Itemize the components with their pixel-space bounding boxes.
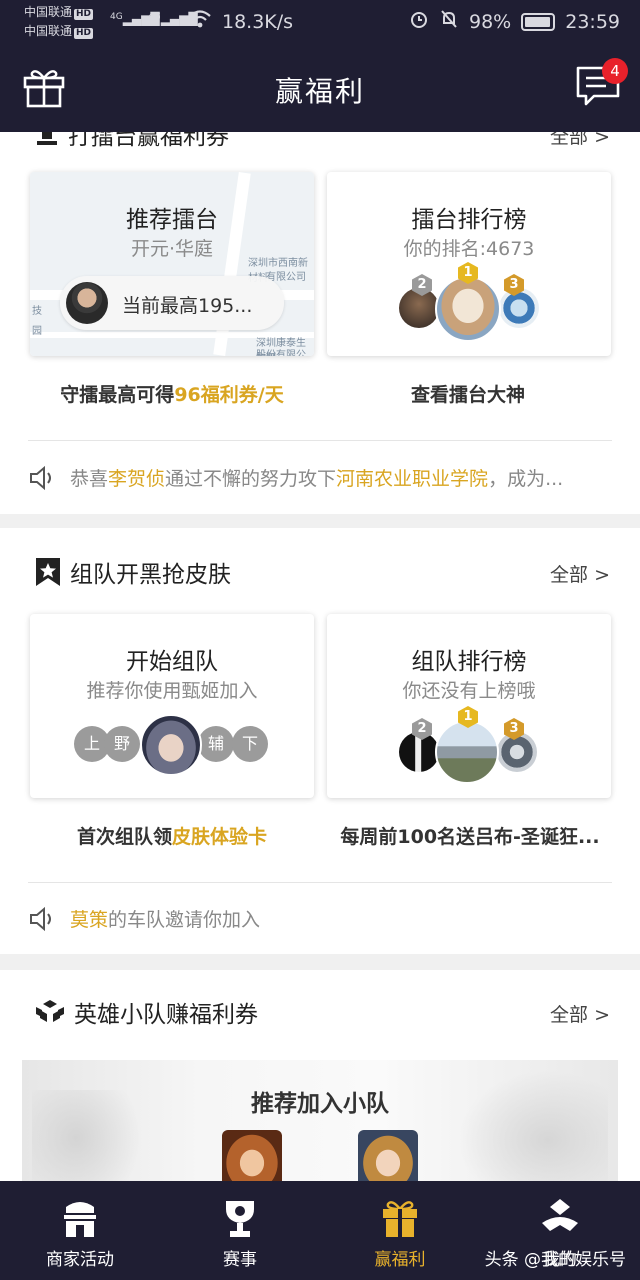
card-title: 开始组队	[126, 649, 218, 675]
rank-3-avatar	[499, 288, 539, 328]
position-support: 辅	[198, 726, 234, 762]
arena-caption-right[interactable]: 查看擂台大神	[318, 380, 618, 407]
start-team-card[interactable]: 开始组队 推荐你使用甄姬加入 上 野 辅 下	[30, 614, 314, 798]
main-content: 打擂台赢福利券 全部 > 深圳市西南新材料 有限公司 深圳康泰生物制 股份有限公…	[0, 132, 640, 1181]
nav-events[interactable]: 赛事	[160, 1181, 320, 1280]
team-section: 组队开黑抢皮肤 全部 > 开始组队 推荐你使用甄姬加入 上 野 辅 下 组队排行…	[0, 528, 640, 954]
wifi-icon	[188, 9, 212, 34]
bottom-nav: 商家活动 赛事 赢福利 我的 头条 @我的娱乐号	[0, 1181, 640, 1280]
arena-notice: 恭喜李贺侦通过不懈的努力攻下河南农业职业学院，成为...	[28, 440, 612, 514]
alarm-icon	[409, 9, 429, 34]
carrier-1: 中国联通 HD	[24, 5, 94, 20]
avatar	[66, 282, 108, 324]
nav-shop[interactable]: 商家活动	[0, 1181, 160, 1280]
team-notice[interactable]: 莫策的车队邀请你加入	[28, 882, 612, 954]
arena-section: 打擂台赢福利券 全部 > 深圳市西南新材料 有限公司 深圳康泰生物制 股份有限公…	[0, 132, 640, 514]
cubes-icon	[36, 1000, 64, 1022]
top-header: 赢福利 4	[0, 44, 640, 132]
net-speed: 18.3K/s	[222, 11, 294, 33]
hero-avatar	[140, 714, 202, 776]
squad-section-header: 英雄小队赚福利券	[34, 994, 258, 1030]
trophy-icon	[226, 1201, 254, 1237]
card-subtitle: 你的排名:4673	[403, 238, 535, 260]
battery-icon	[521, 12, 556, 31]
squad-avatar-2[interactable]	[358, 1130, 418, 1181]
squad-avatar-1[interactable]	[222, 1130, 282, 1181]
card-title: 推荐擂台	[126, 207, 218, 233]
card-subtitle: 开元·华庭	[130, 238, 214, 260]
team-all-link[interactable]: 全部 >	[550, 560, 610, 587]
team-ranking-card[interactable]: 组队排行榜 你还没有上榜哦 2 1 3	[327, 614, 611, 798]
podium-icon	[37, 132, 57, 145]
team-caption-left: 首次组队领皮肤体验卡	[76, 826, 268, 848]
current-highest-pill[interactable]: 当前最高195...	[60, 276, 284, 330]
arena-all-link[interactable]: 全部 >	[550, 132, 610, 149]
clock: 23:59	[565, 10, 620, 33]
arena-caption-left: 守擂最高可得96福利券/天	[60, 384, 284, 406]
card-title: 组队排行榜	[411, 649, 527, 675]
rank-1-avatar	[435, 720, 499, 784]
speaker-icon	[30, 906, 51, 931]
card-subtitle: 你还没有上榜哦	[402, 680, 536, 702]
shop-icon	[64, 1202, 96, 1237]
speaker-icon	[30, 465, 51, 490]
gift-icon	[383, 1201, 417, 1237]
mute-icon	[439, 9, 459, 34]
team-section-header: 组队开黑抢皮肤	[34, 554, 231, 590]
watermark: 头条 @我的娱乐号	[484, 1250, 626, 1270]
card-subtitle: 推荐你使用甄姬加入	[86, 680, 258, 702]
recommend-squad-banner: 推荐加入小队	[22, 1060, 618, 1181]
profile-icon	[542, 1199, 578, 1231]
recommend-title: 推荐加入小队	[251, 1091, 389, 1117]
squad-all-link[interactable]: 全部 >	[550, 1000, 610, 1027]
nav-welfare[interactable]: 赢福利	[320, 1181, 480, 1280]
card-title: 擂台排行榜	[411, 207, 527, 233]
status-bar: 中国联通 HD 中国联通 HD 4G▂▄▆█ 4G▂▄▆█ 18.3K/s 98% …	[0, 0, 640, 44]
position-jungle: 野	[104, 726, 140, 762]
carrier-2: 中国联通 HD	[24, 24, 94, 39]
arena-section-header: 打擂台赢福利券	[34, 132, 229, 152]
rank-1-avatar	[435, 276, 501, 342]
squad-section: 英雄小队赚福利券 全部 > 推荐加入小队	[0, 970, 640, 1181]
bookmark-star-icon	[36, 558, 60, 586]
message-badge: 4	[602, 58, 628, 84]
message-button[interactable]: 4	[576, 58, 628, 108]
recommend-arena-card[interactable]: 深圳市西南新材料 有限公司 深圳康泰生物制 股份有限公司 技 园 推荐擂台 开元…	[30, 172, 314, 356]
battery-percent: 98%	[469, 10, 512, 33]
team-caption-right[interactable]: 每周前100名送吕布-圣诞狂...	[320, 822, 620, 849]
page-title: 赢福利	[274, 75, 365, 108]
position-bottom: 下	[232, 726, 268, 762]
arena-ranking-card[interactable]: 擂台排行榜 你的排名:4673 2 1 3	[327, 172, 611, 356]
